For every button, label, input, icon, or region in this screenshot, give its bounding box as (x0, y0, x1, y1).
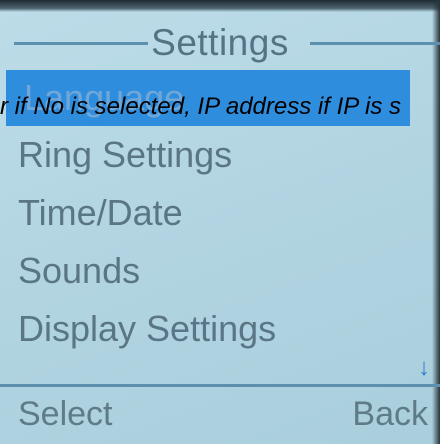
menu-item-label: Sounds (18, 250, 141, 291)
menu-item-label: Display Settings (18, 308, 277, 349)
menu-item-sounds[interactable]: Sounds (0, 242, 440, 300)
menu-item-ring-settings[interactable]: Ring Settings (0, 126, 440, 184)
softkey-divider (0, 384, 440, 387)
menu-item-label: Time/Date (18, 192, 183, 233)
back-softkey[interactable]: Back (352, 394, 428, 434)
title-bar: Settings (0, 16, 440, 70)
down-arrow-icon: ↓ (418, 354, 430, 381)
screen-bezel-top (0, 0, 440, 12)
overlay-caption-text: r if No is selected, IP address if IP is… (0, 93, 402, 120)
phone-screen: Settings Language Ring Settings Time/Dat… (0, 0, 440, 444)
menu-item-label: Ring Settings (18, 134, 233, 175)
title-divider-right (310, 42, 440, 45)
menu-item-time-date[interactable]: Time/Date (0, 184, 440, 242)
select-softkey[interactable]: Select (18, 394, 113, 434)
menu-item-display-settings[interactable]: Display Settings (0, 300, 440, 358)
